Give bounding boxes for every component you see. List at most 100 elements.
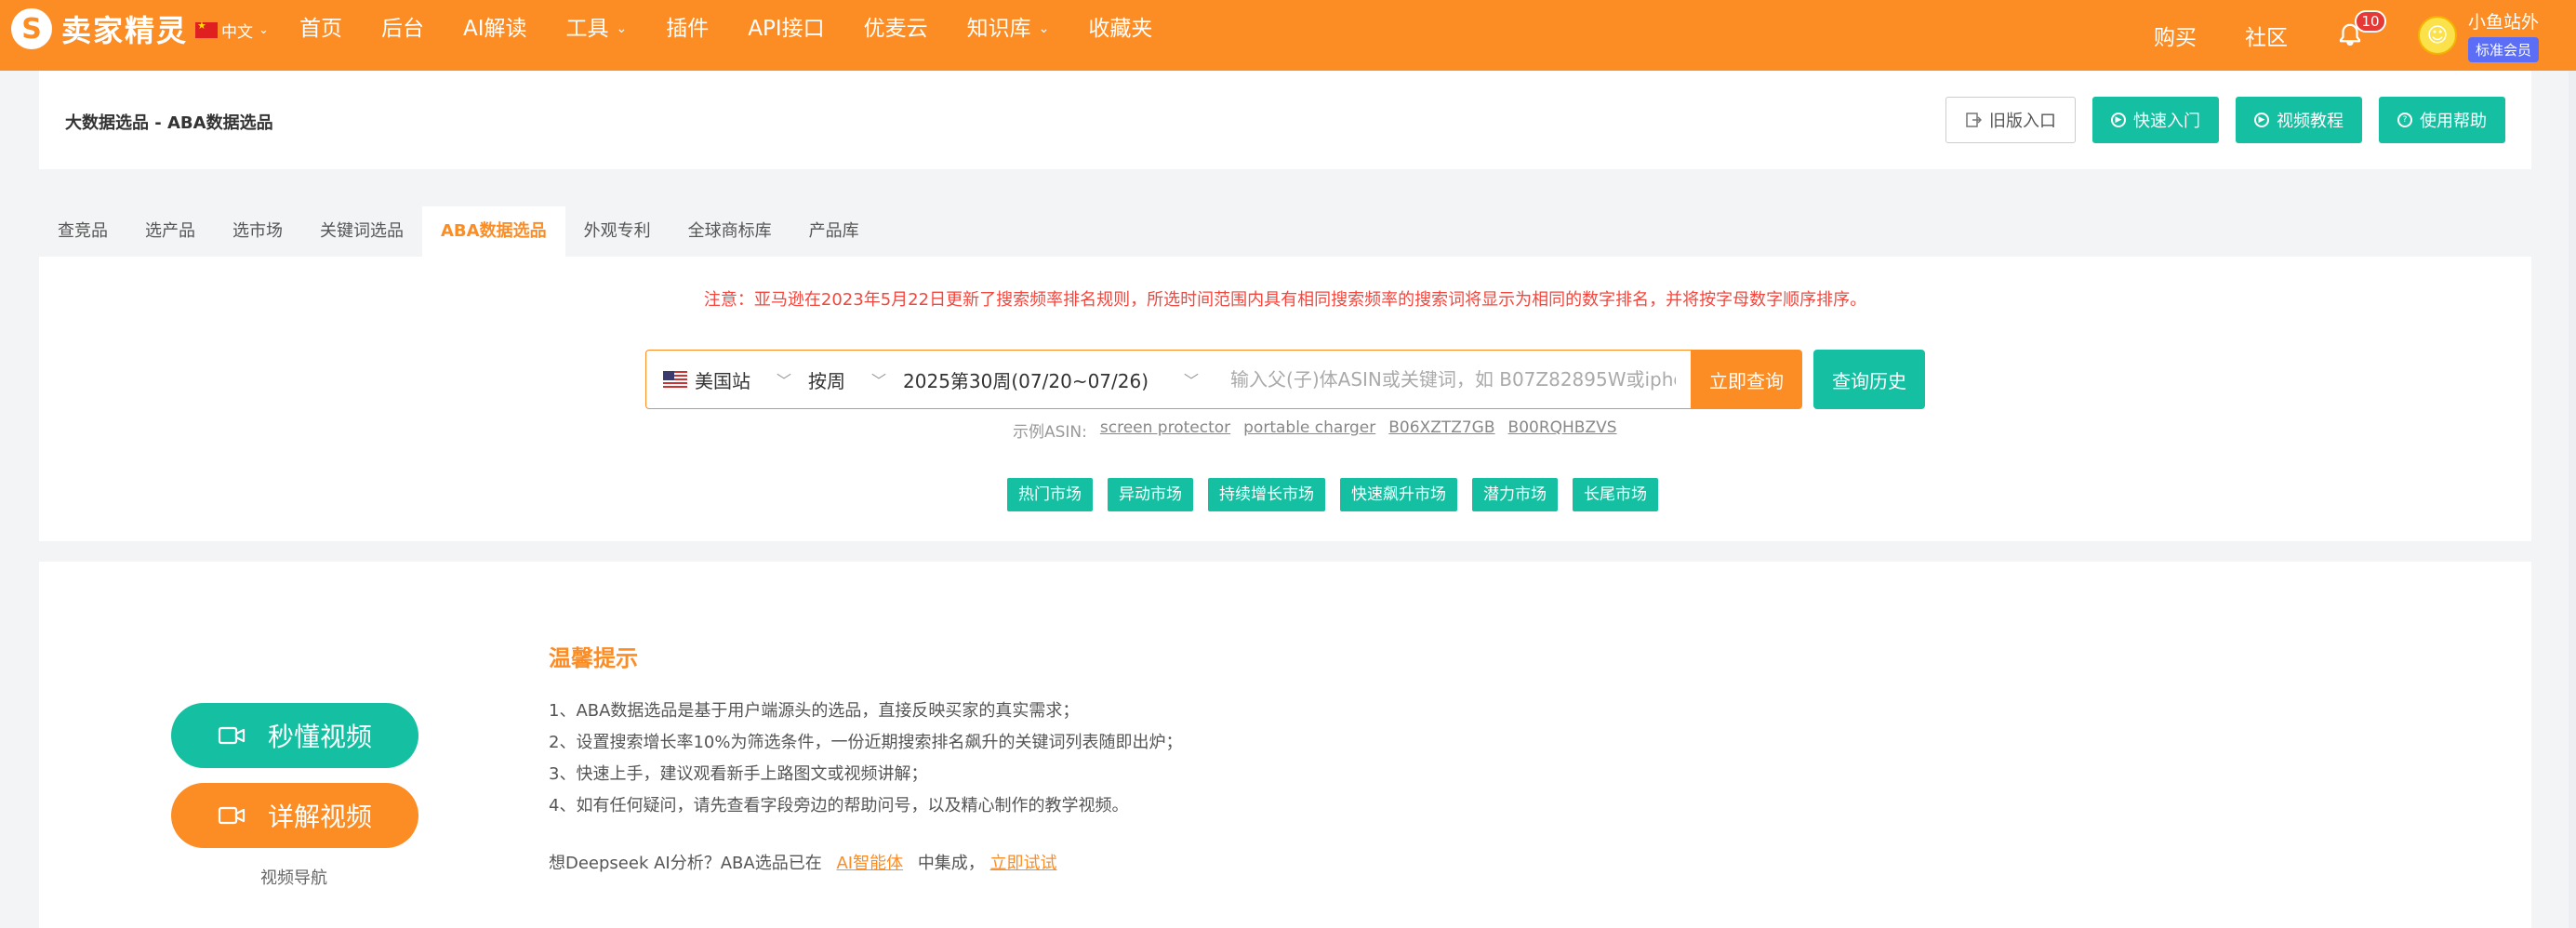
example-link[interactable]: B06XZTZ7GB <box>1388 418 1494 442</box>
nav-api-label: API接口 <box>748 17 825 41</box>
tab-product-library[interactable]: 产品库 <box>790 206 878 257</box>
nav-home-label: 首页 <box>299 17 342 41</box>
user-info[interactable]: 小鱼站外 标准会员 <box>2467 8 2539 62</box>
example-link[interactable]: B00RQHBZVS <box>1508 418 1617 442</box>
video-tutorial-button[interactable]: ▶ 视频教程 <box>2236 97 2362 143</box>
play-icon: ▶ <box>2254 113 2269 127</box>
help-label: 使用帮助 <box>2420 112 2487 131</box>
search-input[interactable] <box>1215 351 1691 408</box>
nav-plugins[interactable]: 插件 <box>666 13 709 45</box>
period-type-select[interactable]: 按周 ﹀ <box>808 351 903 408</box>
quick-video-button[interactable]: 秒懂视频 <box>171 703 418 768</box>
ai-agent-link[interactable]: AI智能体 <box>836 854 903 873</box>
market-steady-growth-button[interactable]: 持续增长市场 <box>1208 478 1325 511</box>
chevron-down-icon: ⌄ <box>616 21 628 36</box>
play-icon: ▶ <box>2111 113 2126 127</box>
tab-products[interactable]: 选产品 <box>126 206 214 257</box>
tab-keyword-selection[interactable]: 关键词选品 <box>301 206 422 257</box>
video-camera-icon <box>218 726 246 745</box>
nav-ai-insight-label: AI解读 <box>463 17 527 41</box>
logo-text: 卖家精灵 <box>61 13 189 48</box>
nav-plugins-label: 插件 <box>666 17 710 41</box>
period-select[interactable]: 2025第30周(07/20~07/26) ﹀ <box>903 351 1215 408</box>
notification-count-badge: 10 <box>2354 10 2386 33</box>
detail-video-button[interactable]: 详解视频 <box>171 783 418 848</box>
example-asins: 示例ASIN: screen protector portable charge… <box>1013 418 1617 442</box>
question-icon: ? <box>2397 113 2412 127</box>
nav-ai-insight[interactable]: AI解读 <box>463 13 527 45</box>
feature-tabs: 查竞品 选产品 选市场 关键词选品 ABA数据选品 外观专利 全球商标库 产品库 <box>39 206 878 257</box>
search-box: 美国站 ﹀ 按周 ﹀ 2025第30周(07/20~07/26) ﹀ <box>645 350 1691 409</box>
logo-icon: S <box>11 8 52 49</box>
chevron-down-icon: ⌄ <box>259 23 269 37</box>
language-label: 中文 <box>221 23 253 42</box>
market-hot-button[interactable]: 热门市场 <box>1007 478 1093 511</box>
page-scrollbar[interactable] <box>2569 71 2576 928</box>
nav-home[interactable]: 首页 <box>299 13 342 45</box>
notification-bell[interactable]: 10 <box>2336 10 2386 49</box>
top-nav-bar: S 卖家精灵 中文 ⌄ 首页 后台 AI解读 工具 ⌄ 插件 API接口 优麦云 … <box>0 0 2576 71</box>
us-flag-icon <box>663 371 687 388</box>
buy-link[interactable]: 购买 <box>2154 20 2197 51</box>
tab-competitors[interactable]: 查竞品 <box>39 206 126 257</box>
example-link[interactable]: portable charger <box>1243 418 1375 442</box>
market-long-tail-button[interactable]: 长尾市场 <box>1573 478 1658 511</box>
deepseek-middle: 中集成， <box>917 854 985 873</box>
search-panel: 注意：亚马逊在2023年5月22日更新了搜索频率排名规则，所选时间范围内具有相同… <box>39 257 2531 541</box>
market-anomaly-button[interactable]: 异动市场 <box>1108 478 1193 511</box>
china-flag-icon <box>195 20 218 38</box>
tab-markets[interactable]: 选市场 <box>214 206 301 257</box>
quick-start-button[interactable]: ▶ 快速入门 <box>2092 97 2219 143</box>
tab-design-patents[interactable]: 外观专利 <box>565 206 670 257</box>
nav-api[interactable]: API接口 <box>748 13 824 45</box>
nav-youmaiyun-label: 优麦云 <box>863 17 928 41</box>
main-nav: 首页 后台 AI解读 工具 ⌄ 插件 API接口 优麦云 知识库 ⌄ 收藏夹 <box>299 13 1191 45</box>
membership-badge: 标准会员 <box>2467 37 2539 62</box>
video-camera-icon <box>218 806 246 825</box>
detail-video-label: 详解视频 <box>267 802 372 832</box>
deepseek-prefix: 想Deepseek AI分析？ABA选品已在 <box>549 854 822 873</box>
marketplace-value: 美国站 <box>695 369 750 392</box>
tab-aba-data[interactable]: ABA数据选品 <box>422 206 565 257</box>
nav-favorites[interactable]: 收藏夹 <box>1088 13 1152 45</box>
page-header: 大数据选品 - ABA数据选品 旧版入口 ▶ 快速入门 ▶ 视频教程 ? 使用帮… <box>39 71 2531 169</box>
nav-knowledge-label: 知识库 <box>966 17 1031 41</box>
avatar[interactable]: ☺ <box>2417 16 2457 55</box>
quick-start-label: 快速入门 <box>2133 112 2200 131</box>
old-version-label: 旧版入口 <box>1989 112 2056 131</box>
exit-icon <box>1966 113 1982 127</box>
language-switcher[interactable]: 中文 ⌄ <box>195 19 269 42</box>
nav-tools-label: 工具 <box>565 17 609 41</box>
period-type-value: 按周 <box>808 369 846 392</box>
chevron-down-icon: ﹀ <box>1184 372 1200 390</box>
market-potential-button[interactable]: 潜力市场 <box>1472 478 1558 511</box>
nav-youmaiyun[interactable]: 优麦云 <box>864 13 928 45</box>
header-actions: 旧版入口 ▶ 快速入门 ▶ 视频教程 ? 使用帮助 <box>1945 97 2505 143</box>
search-submit-button[interactable]: 立即查询 <box>1691 350 1802 409</box>
market-fast-rising-button[interactable]: 快速飙升市场 <box>1340 478 1457 511</box>
try-now-link[interactable]: 立即试试 <box>990 854 1057 873</box>
search-history-button[interactable]: 查询历史 <box>1813 350 1925 409</box>
breadcrumb: 大数据选品 - ABA数据选品 <box>65 113 273 133</box>
deepseek-note: 想Deepseek AI分析？ABA选品已在 AI智能体 中集成， 立即试试 <box>549 850 1057 874</box>
user-nav: 购买 社区 10 ☺ 小鱼站外 标准会员 <box>2154 0 2576 71</box>
example-link[interactable]: screen protector <box>1100 418 1230 442</box>
market-presets: 热门市场 异动市场 持续增长市场 快速飙升市场 潜力市场 长尾市场 <box>1007 478 1658 511</box>
nav-knowledge[interactable]: 知识库 ⌄ <box>967 13 1050 45</box>
marketplace-select[interactable]: 美国站 ﹀ <box>646 351 808 408</box>
logo[interactable]: S 卖家精灵 <box>11 7 188 50</box>
username: 小鱼站外 <box>2467 12 2539 33</box>
period-value: 2025第30周(07/20~07/26) <box>903 369 1149 392</box>
nav-dashboard[interactable]: 后台 <box>381 13 424 45</box>
video-nav-label: 视频导航 <box>260 868 327 888</box>
community-link[interactable]: 社区 <box>2245 20 2288 51</box>
old-version-button[interactable]: 旧版入口 <box>1945 97 2076 143</box>
help-button[interactable]: ? 使用帮助 <box>2379 97 2505 143</box>
tips-list: 1、ABA数据选品是基于用户端源头的选品，直接反映买家的真实需求； 2、设置搜索… <box>549 696 1182 822</box>
tip-item: 3、快速上手，建议观看新手上路图文或视频讲解； <box>549 764 928 784</box>
nav-tools[interactable]: 工具 ⌄ <box>566 13 628 45</box>
tab-trademarks[interactable]: 全球商标库 <box>670 206 790 257</box>
ranking-notice: 注意：亚马逊在2023年5月22日更新了搜索频率排名规则，所选时间范围内具有相同… <box>703 290 1867 310</box>
quick-video-label: 秒懂视频 <box>267 722 372 752</box>
tips-title: 温馨提示 <box>549 645 638 671</box>
